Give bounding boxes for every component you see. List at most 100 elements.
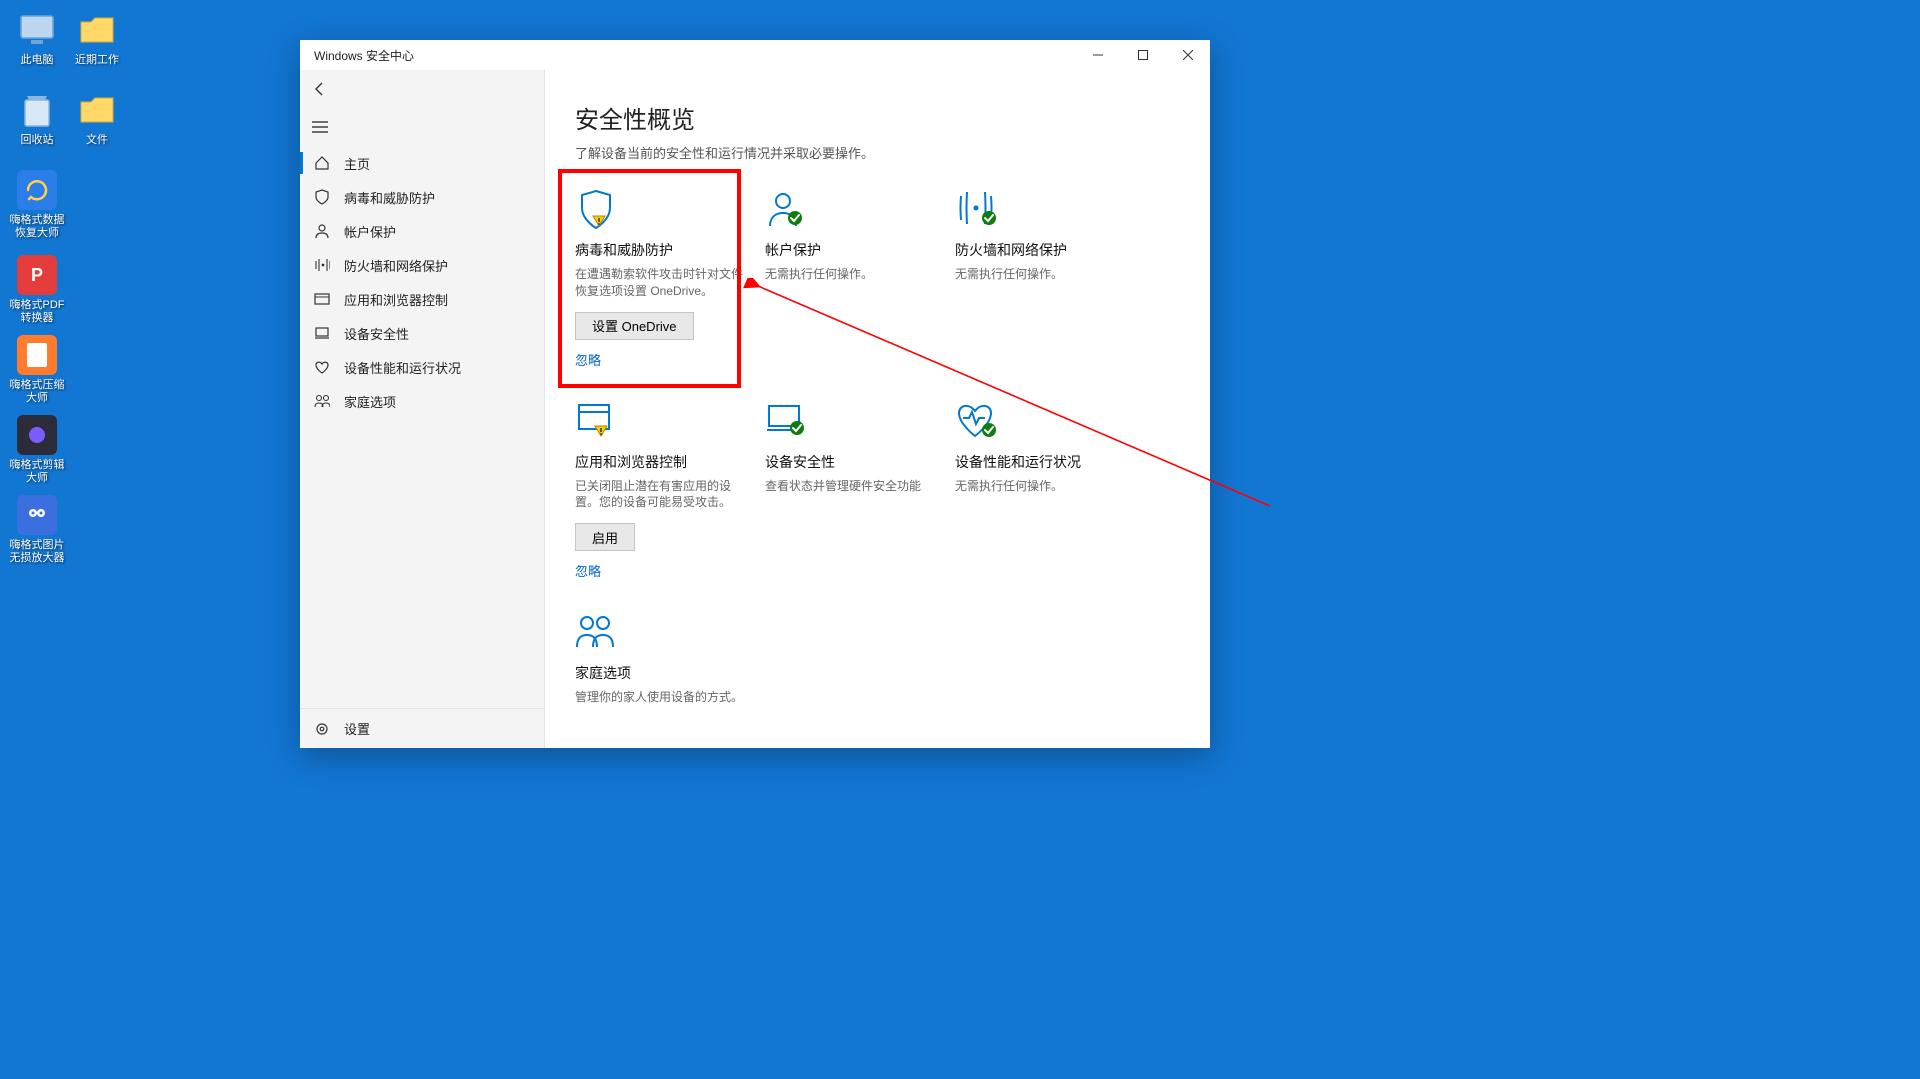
tile-description: 查看状态并管理硬件安全功能: [765, 478, 940, 495]
main-content: 安全性概览 了解设备当前的安全性和运行情况并采取必要操作。 病毒和威胁防护 在遭…: [545, 70, 1210, 748]
app-browser-icon: [314, 291, 330, 307]
tile-virus-threat[interactable]: 病毒和威胁防护 在遭遇勒索软件攻击时针对文件恢复选项设置 OneDrive。 设…: [575, 188, 750, 370]
desktop-icon-label: 此电脑: [5, 54, 69, 67]
tile-title: 应用和浏览器控制: [575, 452, 750, 472]
hamburger-icon: [312, 120, 328, 134]
shield-warning-icon: [575, 188, 750, 234]
sidebar: 主页 病毒和威胁防护 帐户保护 防火墙和网络保护 应用和浏览器控制: [300, 70, 545, 748]
desktop-icon-app-4[interactable]: 嗨格式剪辑大师: [5, 415, 69, 485]
desktop-icon-app-3[interactable]: 嗨格式压缩大师: [5, 335, 69, 405]
gear-icon: [314, 721, 330, 737]
tile-description: 已关闭阻止潜在有害应用的设置。您的设备可能易受攻击。: [575, 478, 750, 512]
minimize-icon: [1093, 50, 1103, 60]
nav-label: 防火墙和网络保护: [344, 256, 448, 275]
minimize-button[interactable]: [1075, 40, 1120, 70]
desktop-icon-label: 回收站: [5, 134, 69, 147]
network-icon: [314, 257, 330, 273]
nav-device-security[interactable]: 设备安全性: [300, 316, 544, 350]
device-icon: [314, 325, 330, 341]
tile-title: 设备安全性: [765, 452, 940, 472]
desktop-icon-label: 文件: [65, 134, 129, 147]
page-title: 安全性概览: [575, 100, 1180, 135]
tile-device-security[interactable]: 设备安全性 查看状态并管理硬件安全功能: [765, 400, 940, 582]
app-icon: [17, 335, 57, 375]
tile-firewall[interactable]: 防火墙和网络保护 无需执行任何操作。: [955, 188, 1130, 370]
tile-family[interactable]: 家庭选项 管理你的家人使用设备的方式。: [575, 611, 750, 718]
nav-label: 设备安全性: [344, 324, 409, 343]
window-title: Windows 安全中心: [314, 47, 414, 64]
desktop-icon-label: 嗨格式PDF转换器: [5, 299, 69, 325]
desktop-icon-app-1[interactable]: 嗨格式数据恢复大师: [5, 170, 69, 240]
tile-app-browser[interactable]: 应用和浏览器控制 已关闭阻止潜在有害应用的设置。您的设备可能易受攻击。 启用 忽…: [575, 400, 750, 582]
close-button[interactable]: [1165, 40, 1210, 70]
desktop-icon-label: 嗨格式剪辑大师: [5, 459, 69, 485]
nav-label: 应用和浏览器控制: [344, 290, 448, 309]
family-icon: [575, 611, 750, 657]
recycle-bin-icon: [17, 90, 57, 130]
back-button[interactable]: [300, 70, 340, 108]
titlebar[interactable]: Windows 安全中心: [300, 40, 1210, 70]
tile-health[interactable]: 设备性能和运行状况 无需执行任何操作。: [955, 400, 1130, 582]
back-arrow-icon: [312, 81, 328, 97]
desktop-icon-files[interactable]: 文件: [65, 90, 129, 147]
desktop-icon-this-pc[interactable]: 此电脑: [5, 10, 69, 67]
this-pc-icon: [17, 10, 57, 50]
dismiss-link[interactable]: 忽略: [575, 350, 601, 369]
nav-virus[interactable]: 病毒和威胁防护: [300, 180, 544, 214]
desktop-icon-app-2[interactable]: P 嗨格式PDF转换器: [5, 255, 69, 325]
page-subtitle: 了解设备当前的安全性和运行情况并采取必要操作。: [575, 143, 1180, 162]
window-warning-icon: [575, 400, 750, 446]
app-icon: [17, 415, 57, 455]
nav-settings[interactable]: 设置: [300, 708, 544, 748]
home-icon: [314, 155, 330, 171]
nav-app-browser[interactable]: 应用和浏览器控制: [300, 282, 544, 316]
shield-icon: [314, 189, 330, 205]
nav-label: 设备性能和运行状况: [344, 358, 461, 377]
tile-description: 无需执行任何操作。: [955, 266, 1130, 283]
nav-label: 帐户保护: [344, 222, 396, 241]
close-icon: [1183, 50, 1193, 60]
heart-icon: [314, 359, 330, 375]
nav-firewall[interactable]: 防火墙和网络保护: [300, 248, 544, 282]
tile-description: 无需执行任何操作。: [955, 478, 1130, 495]
desktop-icon-app-5[interactable]: 嗨格式图片无损放大器: [5, 495, 69, 565]
nav-home[interactable]: 主页: [300, 146, 544, 180]
desktop-icon-label: 嗨格式图片无损放大器: [5, 539, 69, 565]
tile-description: 在遭遇勒索软件攻击时针对文件恢复选项设置 OneDrive。: [575, 266, 750, 300]
tile-account-protection[interactable]: 帐户保护 无需执行任何操作。: [765, 188, 940, 370]
account-icon: [314, 223, 330, 239]
network-check-icon: [955, 188, 1130, 234]
maximize-icon: [1138, 50, 1148, 60]
windows-security-window: Windows 安全中心 主页: [300, 40, 1210, 748]
nav-health[interactable]: 设备性能和运行状况: [300, 350, 544, 384]
nav-label: 设置: [344, 719, 370, 738]
enable-button[interactable]: 启用: [575, 523, 635, 551]
tile-description: 无需执行任何操作。: [765, 266, 940, 283]
device-check-icon: [765, 400, 940, 446]
tile-description: 管理你的家人使用设备的方式。: [575, 689, 750, 706]
hamburger-button[interactable]: [300, 108, 340, 146]
family-icon: [314, 393, 330, 409]
account-check-icon: [765, 188, 940, 234]
nav-family[interactable]: 家庭选项: [300, 384, 544, 418]
folder-icon: [77, 90, 117, 130]
app-icon: [17, 170, 57, 210]
tile-title: 家庭选项: [575, 663, 750, 683]
nav-label: 家庭选项: [344, 392, 396, 411]
nav-label: 病毒和威胁防护: [344, 188, 435, 207]
tile-title: 防火墙和网络保护: [955, 240, 1130, 260]
nav-account[interactable]: 帐户保护: [300, 214, 544, 248]
desktop-icon-recent-work[interactable]: 近期工作: [65, 10, 129, 67]
tile-title: 帐户保护: [765, 240, 940, 260]
tile-title: 病毒和威胁防护: [575, 240, 750, 260]
desktop-icon-label: 近期工作: [65, 54, 129, 67]
app-icon: [17, 495, 57, 535]
tile-title: 设备性能和运行状况: [955, 452, 1130, 472]
setup-onedrive-button[interactable]: 设置 OneDrive: [575, 312, 694, 340]
desktop-icon-label: 嗨格式数据恢复大师: [5, 214, 69, 240]
dismiss-link[interactable]: 忽略: [575, 561, 601, 580]
folder-icon: [77, 10, 117, 50]
nav-label: 主页: [344, 154, 370, 173]
maximize-button[interactable]: [1120, 40, 1165, 70]
desktop-icon-recycle-bin[interactable]: 回收站: [5, 90, 69, 147]
